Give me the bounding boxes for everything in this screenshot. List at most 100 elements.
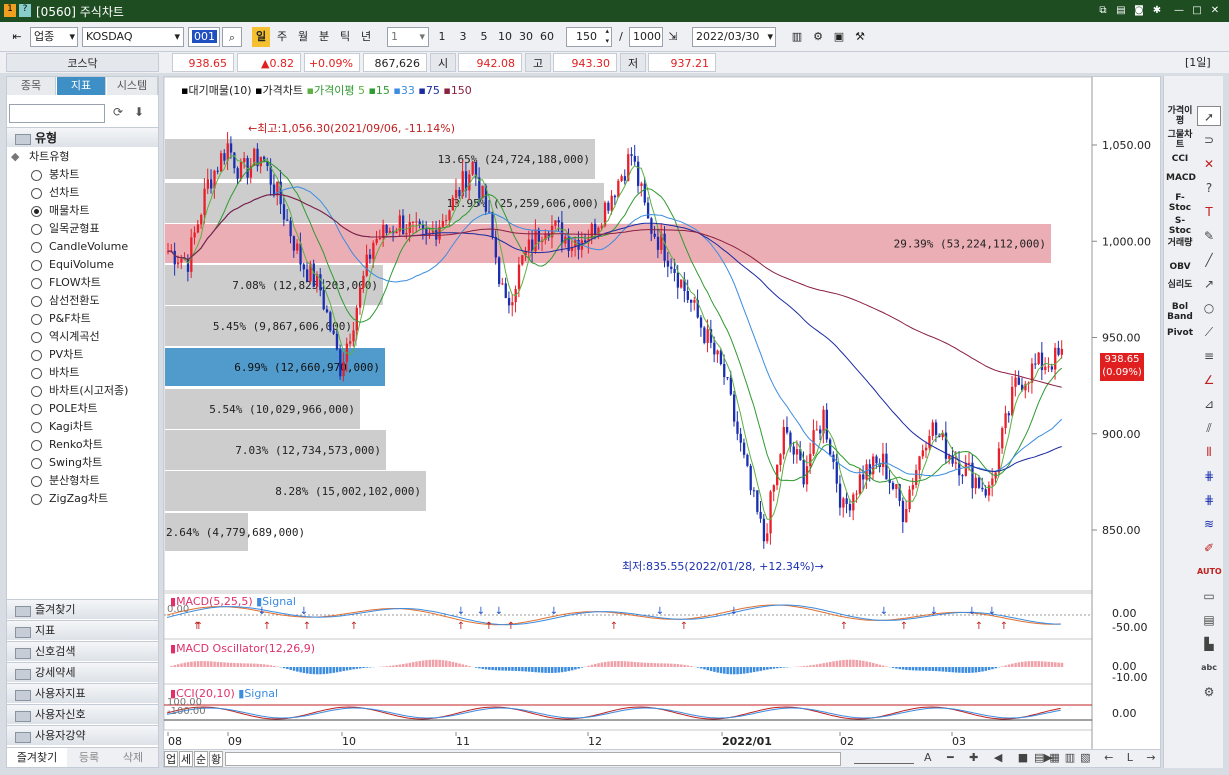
right-indicator-item[interactable]: 거래량 [1166,238,1194,248]
grid-tool-icon[interactable]: ⋕ [1197,466,1221,486]
chart-icon[interactable]: ▥ [788,27,806,47]
fan-tool-icon[interactable]: ⟋ [1197,322,1221,342]
help-cursor-icon[interactable]: ? [1197,178,1221,198]
quick-10-button[interactable]: 10 [495,27,515,47]
section-signal-search[interactable]: 신호검색 [7,641,158,661]
auto-tool-icon[interactable]: AUTO [1197,562,1222,582]
interval-select[interactable]: 1 ▾ [387,27,429,47]
tree-root[interactable]: ◆ 차트유형 [11,149,69,165]
quick-60-button[interactable]: 60 [537,27,557,47]
chart-type-radio[interactable]: 매물차트 [29,203,89,219]
period-tick-button[interactable]: 틱 [336,27,354,47]
period-day-button[interactable]: 일 [252,27,270,47]
chart-type-radio[interactable]: PV차트 [29,347,83,363]
bottom-tab-register[interactable]: 등록 [69,748,109,767]
refresh-icon[interactable]: ⟳ [109,105,127,122]
wave-tool-icon[interactable]: ⋕ [1197,490,1221,510]
channel-tool-icon[interactable]: ⫽ [1197,418,1221,438]
zoom-slider[interactable] [854,754,914,764]
date-select[interactable]: 2022/03/30 ▾ [692,27,776,47]
minimize-icon[interactable]: — [1172,4,1186,18]
line-tool-icon[interactable]: ╱ [1197,250,1221,270]
bottom-tab-delete[interactable]: 삭제 [113,748,153,767]
section-strength[interactable]: 강세약세 [7,662,158,682]
cursor-icon[interactable]: ➚ [1197,106,1221,126]
right-indicator-item[interactable]: CCI [1166,154,1194,164]
tab-system[interactable]: 시스템 [107,77,158,95]
search-icon[interactable]: ⌕ [222,27,242,47]
tab-stock[interactable]: 종목 [7,77,56,95]
period-week-button[interactable]: 주 [273,27,291,47]
stats-tool-icon[interactable]: ▙ [1197,634,1221,654]
right-indicator-item[interactable]: 그물차트 [1166,130,1194,150]
btn-hwang[interactable]: 황 [209,751,223,767]
fibo-tool-icon[interactable]: ≡ [1197,346,1221,366]
btn-sun[interactable]: 순 [194,751,208,767]
magnet-icon[interactable]: ⊃ [1197,130,1221,150]
chart-type-radio[interactable]: 선차트 [29,185,79,201]
horizontal-scrollbar[interactable] [225,752,841,766]
cycle-tool-icon[interactable]: ≋ [1197,514,1221,534]
tab-indicator[interactable]: 지표 [57,77,106,95]
chart-type-radio[interactable]: Swing차트 [29,455,102,471]
chart-type-radio[interactable]: 분산형차트 [29,473,100,489]
chart-type-radio[interactable]: P&F차트 [29,311,91,327]
quick-5-button[interactable]: 5 [475,27,493,47]
chart-type-radio[interactable]: EquiVolume [29,257,114,273]
right-indicator-item[interactable]: 심리도 [1166,280,1194,290]
right-indicator-item[interactable]: Bol Band [1166,302,1194,322]
text-tool-icon[interactable]: T [1197,202,1221,222]
tools-icon[interactable]: ⚒ [851,27,869,47]
period-month-button[interactable]: 월 [294,27,312,47]
quick-3-button[interactable]: 3 [454,27,472,47]
gann-tool-icon[interactable]: ∠ [1197,370,1221,390]
help-icon[interactable]: ? [19,4,31,17]
chart-type-radio[interactable]: CandleVolume [29,239,128,255]
indicator-search-input[interactable] [9,104,105,123]
camera-icon[interactable]: ◙ [1132,4,1146,18]
print-tool-icon[interactable]: ⚙ [1197,682,1221,702]
section-indicators[interactable]: 지표 [7,620,158,640]
period-year-button[interactable]: 년 [357,27,375,47]
quick-1-button[interactable]: 1 [433,27,451,47]
section-user-strength[interactable]: 사용자강약 [7,725,158,745]
total-icon[interactable]: ⇲ [665,27,681,47]
market-type-select[interactable]: 업종 ▾ [30,27,78,47]
period-tool-icon[interactable]: ⦀ [1197,442,1221,462]
chart-type-radio[interactable]: 역시계곡선 [29,329,100,345]
right-indicator-item[interactable]: F-Stoc [1166,193,1194,213]
chart-type-radio[interactable]: 봉차트 [29,167,79,183]
config-icon[interactable]: ⚙ [809,27,827,47]
download-icon[interactable]: ⬇ [130,105,148,122]
section-favorites[interactable]: 즐겨찾기 [7,599,158,619]
text-list-icon[interactable]: abc [1197,658,1221,678]
doc-tool-icon[interactable]: ▤ [1197,610,1221,630]
quick-30-button[interactable]: 30 [516,27,536,47]
total-field[interactable]: 1000 [629,27,663,47]
code-field[interactable]: 001 [188,27,220,47]
right-indicator-item[interactable]: 가격이평 [1166,106,1194,126]
bottom-tab-favorites[interactable]: 즐겨찾기 [7,748,67,767]
sidebar-toggle-icon[interactable]: ⇤ [8,27,26,47]
chart-type-radio[interactable]: 바차트 [29,365,79,381]
delete-all-icon[interactable]: ✕ [1197,154,1221,174]
btn-se[interactable]: 세 [179,751,193,767]
close-icon[interactable]: ✕ [1208,4,1222,18]
price-chart-svg[interactable]: 13.65% (24,724,188,000)13.95% (25,259,60… [164,77,1160,767]
right-indicator-item[interactable]: OBV [1166,262,1194,272]
maximize-icon[interactable]: □ [1190,4,1204,18]
right-indicator-item[interactable]: MACD [1166,173,1196,183]
section-type[interactable]: 유형 [7,127,158,147]
period-minute-button[interactable]: 분 [315,27,333,47]
right-indicator-item[interactable]: S-Stoc [1166,216,1194,236]
chart-type-radio[interactable]: FLOW차트 [29,275,101,291]
chart-type-radio[interactable]: Kagi차트 [29,419,93,435]
chart-area[interactable]: 13.65% (24,724,188,000) 13.95% (25,259,60… [163,76,1178,768]
save-icon[interactable]: ▣ [830,27,848,47]
market-select[interactable]: KOSDAQ ▾ [82,27,184,47]
brush-icon[interactable]: ✎ [1197,226,1221,246]
btn-up[interactable]: 업 [164,751,178,767]
angle-tool-icon[interactable]: ⊿ [1197,394,1221,414]
ray-tool-icon[interactable]: ↗ [1197,274,1221,294]
circle-tool-icon[interactable]: ○ [1197,298,1221,318]
